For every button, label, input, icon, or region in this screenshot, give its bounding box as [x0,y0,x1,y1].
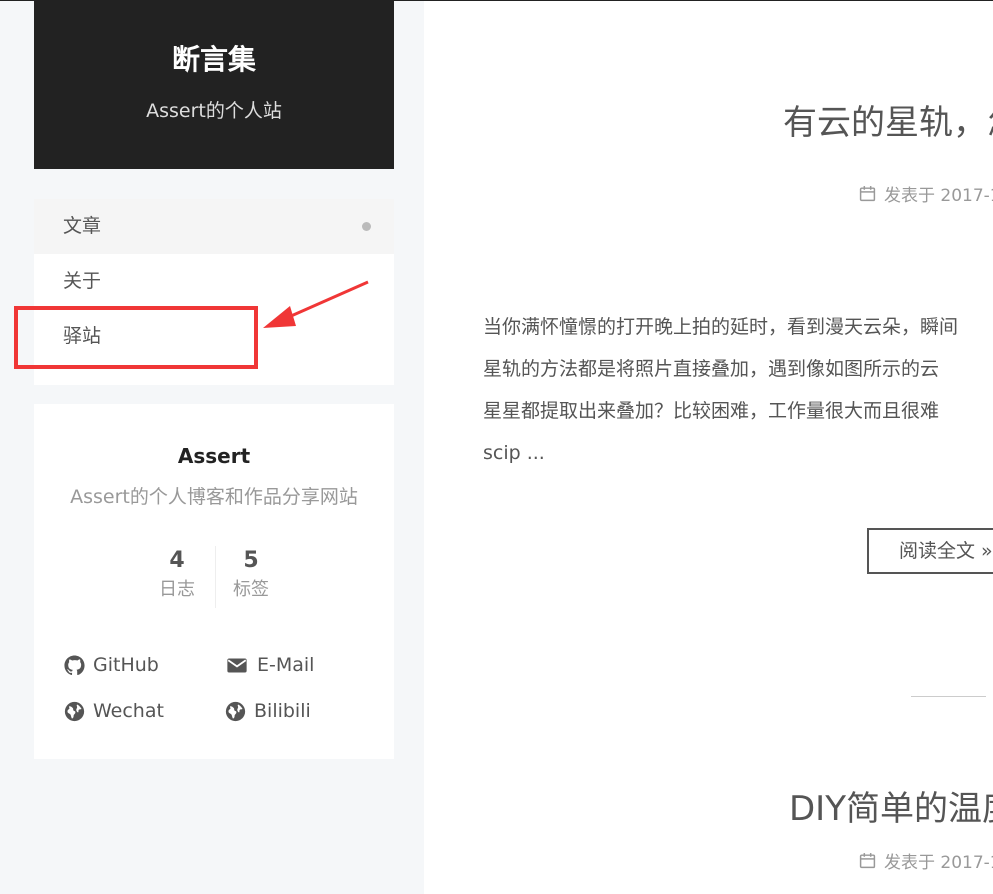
excerpt-line: 当你满怀憧憬的打开晚上拍的延时，看到漫天云朵，瞬间 [483,316,959,338]
author-description: Assert的个人博客和作品分享网站 [70,486,358,508]
stat-label: 日志 [159,579,195,600]
post-meta: 发表于 2017-1 [859,848,993,873]
envelope-icon [227,658,247,672]
link-label: Bilibili [254,700,311,722]
active-dot-icon [362,222,371,231]
link-label: Wechat [93,700,164,722]
site-subtitle: Assert的个人站 [146,100,282,122]
author-stats: 4 日志 5 标签 [34,546,394,608]
link-wechat[interactable]: Wechat [64,699,164,723]
menu-item-label: 关于 [63,270,102,292]
author-name: Assert [177,444,251,468]
link-email[interactable]: E-Mail [225,653,314,677]
post-date: 发表于 2017-1 [884,186,993,206]
stat-tags[interactable]: 5 标签 [214,546,288,604]
site-brand: 断言集 Assert的个人站 [34,0,394,169]
stat-posts[interactable]: 4 日志 [140,546,214,604]
post-excerpt: 当你满怀憧憬的打开晚上拍的延时，看到漫天云朵，瞬间 星轨的方法都是将照片直接叠加… [483,306,993,474]
post-meta: 发表于 2017-1 [859,181,993,206]
post-separator [911,696,986,697]
stat-count: 5 [243,548,259,573]
globe-icon [225,701,246,721]
post-title[interactable]: DIY简单的温度 [789,787,993,831]
site-title[interactable]: 断言集 [34,42,394,78]
calendar-icon [859,186,876,202]
menu-item-articles[interactable]: 文章 [34,199,394,254]
link-label: GitHub [93,654,159,676]
stat-label: 标签 [233,579,269,600]
calendar-icon [859,853,876,869]
link-label: E-Mail [257,654,315,676]
link-bilibili[interactable]: Bilibili [225,699,311,723]
excerpt-line: scip ... [483,442,545,464]
menu-item-about[interactable]: 关于 [34,254,394,309]
main-content: 有云的星轨，怎 发表于 2017-1 当你满怀憧憬的打开晚上拍的延时，看到漫天云… [424,1,993,894]
post-date: 发表于 2017-1 [884,853,993,873]
excerpt-line: 星轨的方法都是将照片直接叠加，遇到像如图所示的云 [483,358,940,380]
post-title[interactable]: 有云的星轨，怎 [783,101,993,145]
link-github[interactable]: GitHub [64,653,159,677]
annotation-highlight-box [14,306,258,369]
github-icon [64,654,85,675]
stat-count: 4 [169,548,185,573]
excerpt-line: 星星都提取出来叠加？比较困难，工作量很大而且很难 [483,400,940,422]
menu-item-label: 文章 [63,215,102,237]
globe-icon [64,701,85,721]
read-more-button[interactable]: 阅读全文 » [867,528,993,574]
author-overview: Assert Assert的个人博客和作品分享网站 4 日志 5 标签 GitH… [34,404,394,759]
